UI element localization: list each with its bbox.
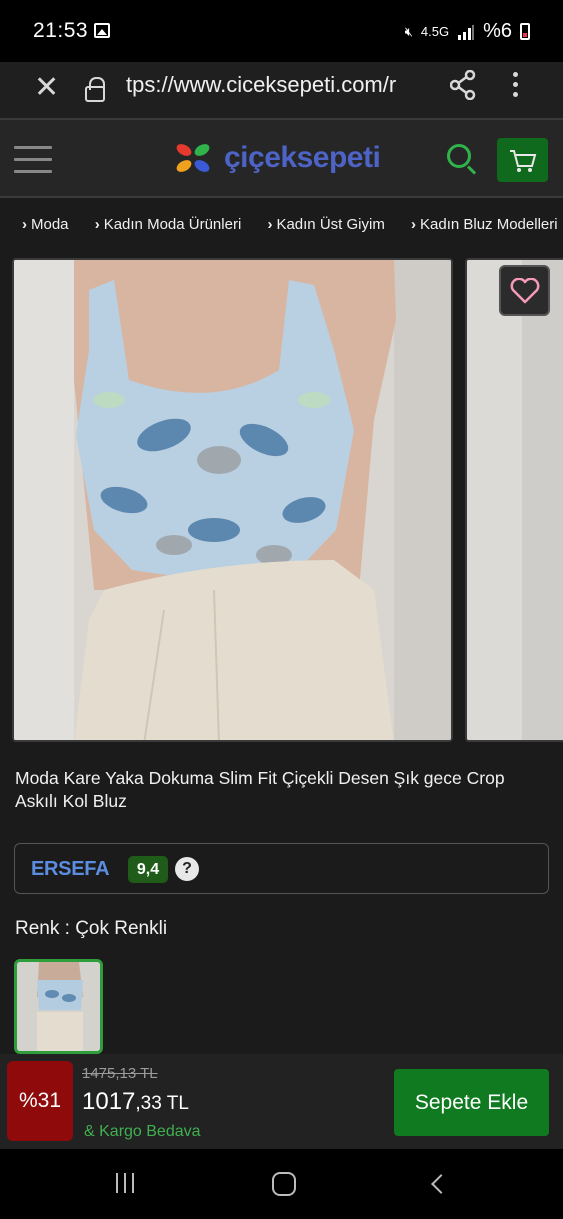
old-price: 1475,13 TL <box>82 1065 158 1082</box>
product-title: Moda Kare Yaka Dokuma Slim Fit Çiçekli D… <box>15 768 505 811</box>
site-header: çiçeksepeti <box>0 118 563 198</box>
home-icon[interactable] <box>272 1172 296 1196</box>
favorite-button[interactable] <box>499 265 550 316</box>
add-to-cart-button[interactable]: Sepete Ekle <box>394 1069 549 1136</box>
seller-box[interactable]: ERSEFA 9,4 ? <box>14 843 549 894</box>
status-time: 21:53 <box>33 19 89 42</box>
heart-icon <box>510 277 539 303</box>
mute-icon: 🔇︎ <box>404 23 413 39</box>
brand-name: çiçeksepeti <box>224 141 381 174</box>
color-swatch[interactable] <box>14 959 103 1054</box>
product-image[interactable] <box>12 258 453 742</box>
seller-score-badge: 9,4 <box>128 856 168 883</box>
price-main: 1017 <box>82 1088 136 1115</box>
lock-icon[interactable] <box>85 77 105 102</box>
url-text[interactable]: tps://www.ciceksepeti.com/r <box>126 72 428 98</box>
logo-flower-icon <box>176 144 210 172</box>
recent-apps-icon[interactable] <box>116 1173 140 1195</box>
browser-url-bar: ✕ tps://www.ciceksepeti.com/r <box>0 62 563 118</box>
site-logo[interactable]: çiçeksepeti <box>172 140 381 176</box>
gallery-notification-icon <box>94 23 110 38</box>
share-icon[interactable] <box>450 70 476 100</box>
more-options-icon[interactable] <box>511 72 519 102</box>
breadcrumb-item[interactable]: › Kadın Moda Ürünleri <box>95 216 242 233</box>
breadcrumb: › Moda › Kadın Moda Ürünleri › Kadın Üst Gi… <box>0 216 563 240</box>
system-nav-bar <box>0 1149 563 1219</box>
menu-icon[interactable] <box>14 146 52 182</box>
breadcrumb-item[interactable]: › Kadın Üst Giyim <box>267 216 384 233</box>
battery-icon <box>520 23 530 40</box>
buy-bar: %31 1475,13 TL 1017,33 TL & Kargo Bedava… <box>0 1054 563 1149</box>
cart-icon <box>510 150 537 172</box>
network-label: 4.5G <box>420 24 450 39</box>
free-shipping-label: & Kargo Bedava <box>84 1123 201 1140</box>
signal-icon <box>458 24 475 40</box>
close-icon[interactable]: ✕ <box>34 73 59 103</box>
status-bar: 21:53 🔇︎ 4.5G %6 <box>0 0 563 62</box>
current-price: 1017,33 TL <box>82 1088 189 1116</box>
back-icon[interactable] <box>431 1174 451 1194</box>
breadcrumb-item[interactable]: › Kadın Bluz Modelleri <box>411 216 558 233</box>
discount-badge: %31 <box>7 1061 73 1141</box>
seller-name[interactable]: ERSEFA <box>31 858 110 881</box>
product-photo <box>14 260 451 740</box>
help-icon[interactable]: ? <box>175 857 199 881</box>
cart-button[interactable] <box>497 138 548 182</box>
battery-percent: %6 <box>483 20 512 42</box>
search-icon[interactable] <box>447 144 471 168</box>
color-label: Renk : Çok Renkli <box>15 918 168 939</box>
status-icons: 🔇︎ 4.5G %6 <box>405 20 530 43</box>
next-photo-preview <box>467 260 563 740</box>
product-image-next[interactable] <box>465 258 563 742</box>
swatch-thumbnail <box>17 962 100 1051</box>
price-cents: ,33 TL <box>135 1093 189 1114</box>
breadcrumb-item[interactable]: › Moda <box>22 216 69 233</box>
